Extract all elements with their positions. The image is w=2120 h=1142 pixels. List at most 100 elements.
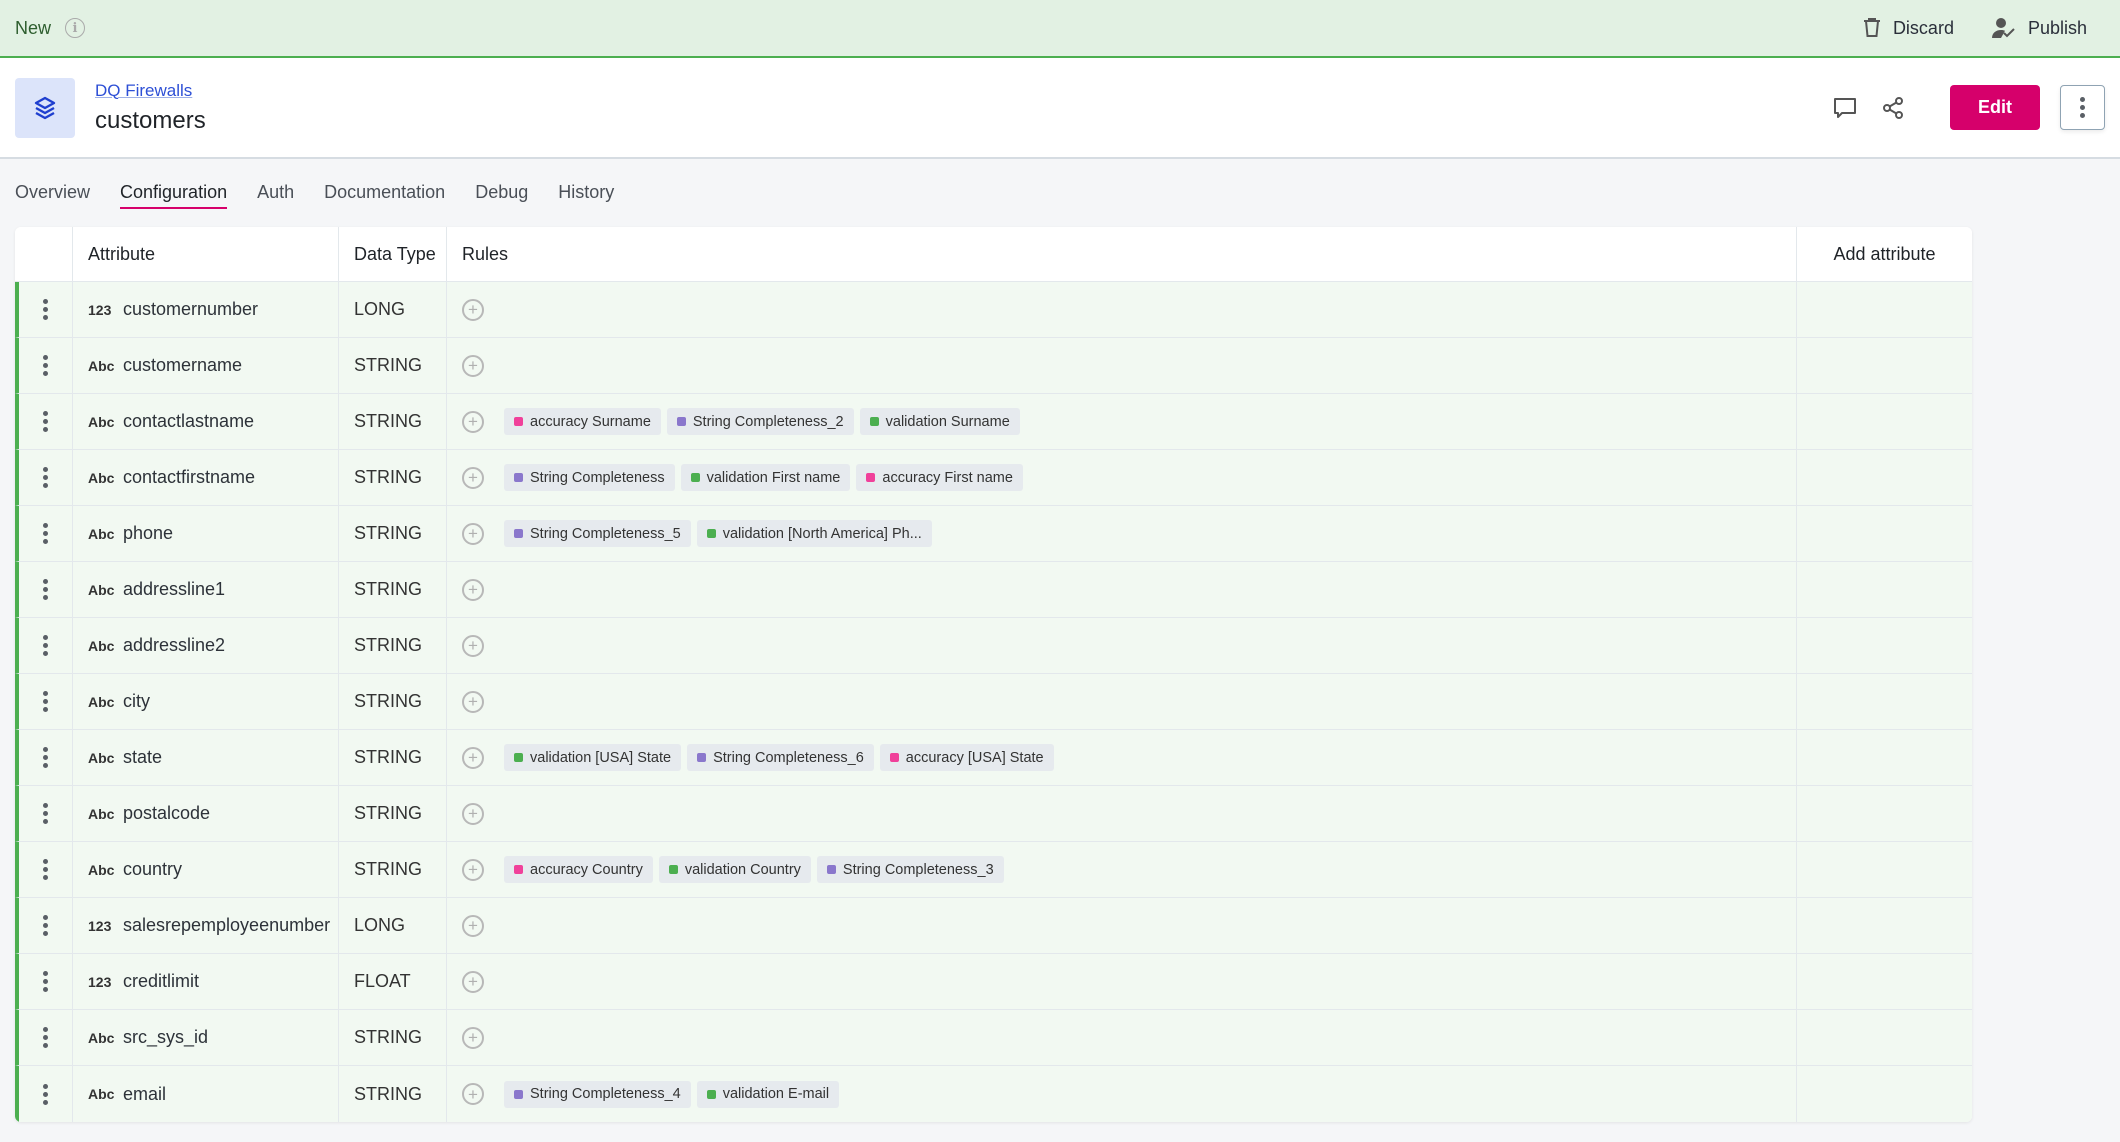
attribute-cell[interactable]: Abc postalcode (73, 786, 339, 841)
rules-cell: + (447, 954, 1797, 1009)
tab-history[interactable]: History (558, 176, 614, 209)
rule-chip[interactable]: String Completeness_6 (687, 744, 874, 771)
rule-chip[interactable]: String Completeness (504, 464, 675, 491)
discard-button[interactable]: Discard (1863, 18, 1954, 39)
attribute-cell[interactable]: Abc phone (73, 506, 339, 561)
add-rule-icon[interactable]: + (462, 410, 484, 433)
attribute-cell[interactable]: Abc state (73, 730, 339, 785)
rule-chip[interactable]: validation Country (658, 856, 811, 883)
attribute-cell[interactable]: Abc country (73, 842, 339, 897)
rule-chip[interactable]: validation [USA] State (504, 744, 682, 771)
rule-chip[interactable]: accuracy Country (504, 856, 653, 883)
row-menu-icon[interactable] (43, 691, 48, 712)
attribute-cell[interactable]: Abc customername (73, 338, 339, 393)
row-menu-icon[interactable] (43, 747, 48, 768)
row-menu-icon[interactable] (43, 635, 48, 656)
attribute-cell[interactable]: Abc contactlastname (73, 394, 339, 449)
tab-overview[interactable]: Overview (15, 176, 90, 209)
column-header-attribute: Attribute (73, 227, 339, 281)
data-type-cell: STRING (339, 842, 447, 897)
text-type-icon: Abc (88, 357, 115, 374)
rule-chip[interactable]: accuracy First name (856, 464, 1023, 491)
info-icon[interactable]: i (65, 18, 86, 38)
attribute-cell[interactable]: Abc contactfirstname (73, 450, 339, 505)
share-button[interactable] (1876, 91, 1910, 125)
rule-chip[interactable]: validation Surname (859, 408, 1020, 435)
row-menu-icon[interactable] (43, 859, 48, 880)
table-row: Abc contactlastname STRING + accuracy Surnam… (15, 394, 1972, 450)
rule-chip[interactable]: accuracy [USA] State (879, 744, 1054, 771)
table-row: 123 creditlimit FLOAT + (15, 954, 1972, 1010)
rule-chip[interactable]: validation E-mail (696, 1080, 840, 1108)
data-type-cell: STRING (339, 674, 447, 729)
more-options-button[interactable] (2060, 85, 2105, 130)
row-menu-icon[interactable] (43, 355, 48, 376)
add-rule-icon[interactable]: + (462, 1026, 484, 1049)
row-menu-icon[interactable] (43, 971, 48, 992)
rule-chip[interactable]: String Completeness_2 (666, 408, 854, 435)
attribute-cell[interactable]: 123 creditlimit (73, 954, 339, 1009)
table-header-row: Attribute Data Type Rules Add attribute (15, 227, 1972, 282)
attribute-name: phone (123, 523, 174, 543)
add-rule-icon[interactable]: + (462, 466, 484, 489)
rule-chip[interactable]: String Completeness_4 (504, 1080, 691, 1108)
add-rule-icon[interactable]: + (462, 802, 484, 825)
attribute-name: salesrepemployeenumber (123, 915, 331, 935)
row-menu-icon[interactable] (43, 915, 48, 936)
row-menu-icon[interactable] (43, 523, 48, 544)
completeness-indicator-icon (676, 417, 686, 426)
tab-configuration[interactable]: Configuration (120, 176, 228, 209)
add-rule-icon[interactable]: + (462, 298, 484, 321)
add-rule-icon[interactable]: + (462, 1083, 484, 1105)
rule-chip[interactable]: accuracy Surname (504, 408, 661, 435)
comment-button[interactable] (1828, 91, 1862, 125)
row-menu-icon[interactable] (43, 299, 48, 320)
row-menu-icon[interactable] (43, 1083, 48, 1105)
attribute-cell[interactable]: Abc email (73, 1066, 339, 1122)
publish-button[interactable]: Publish (1991, 17, 2087, 39)
attribute-cell[interactable]: Abc addressline2 (73, 618, 339, 673)
row-menu-icon[interactable] (43, 803, 48, 824)
attribute-cell[interactable]: 123 salesrepemployeenumber (73, 898, 339, 953)
attribute-cell[interactable]: Abc addressline1 (73, 562, 339, 617)
attribute-cell[interactable]: 123 customernumber (73, 282, 339, 337)
attribute-cell[interactable]: Abc city (73, 674, 339, 729)
add-rule-icon[interactable]: + (462, 578, 484, 601)
page-title: customers (95, 106, 206, 134)
data-type-cell: STRING (339, 618, 447, 673)
rule-chip[interactable]: validation First name (680, 464, 851, 491)
numeric-type-icon: 123 (88, 301, 112, 318)
tab-debug[interactable]: Debug (475, 176, 528, 209)
text-type-icon: Abc (88, 693, 115, 710)
data-type-cell: STRING (339, 394, 447, 449)
add-rule-icon[interactable]: + (462, 858, 484, 881)
tab-auth[interactable]: Auth (257, 176, 294, 209)
tab-documentation[interactable]: Documentation (324, 176, 445, 209)
row-menu-icon[interactable] (43, 1027, 48, 1048)
data-type-cell: STRING (339, 506, 447, 561)
numeric-type-icon: 123 (88, 917, 112, 934)
add-rule-icon[interactable]: + (462, 690, 484, 713)
text-type-icon: Abc (88, 1029, 115, 1046)
add-rule-icon[interactable]: + (462, 522, 484, 545)
completeness-indicator-icon (514, 473, 523, 482)
add-rule-icon[interactable]: + (462, 970, 484, 993)
attribute-cell[interactable]: Abc src_sys_id (73, 1010, 339, 1065)
row-menu-icon[interactable] (43, 579, 48, 600)
add-rule-icon[interactable]: + (462, 914, 484, 937)
kebab-icon (2080, 97, 2085, 118)
add-rule-icon[interactable]: + (462, 354, 484, 377)
rule-chip[interactable]: String Completeness_5 (504, 520, 691, 547)
rule-chip[interactable]: String Completeness_3 (816, 856, 1004, 883)
rules-cell: + (447, 786, 1797, 841)
add-attribute-button[interactable]: Add attribute (1797, 227, 1972, 281)
rules-cell: + (447, 898, 1797, 953)
rule-chip[interactable]: validation [North America] Ph... (696, 520, 932, 547)
breadcrumb-link[interactable]: DQ Firewalls (95, 81, 206, 101)
edit-button[interactable]: Edit (1950, 85, 2040, 130)
row-menu-icon[interactable] (43, 467, 48, 488)
add-rule-icon[interactable]: + (462, 746, 484, 769)
row-menu-icon[interactable] (43, 411, 48, 432)
text-type-icon: Abc (88, 525, 115, 542)
add-rule-icon[interactable]: + (462, 634, 484, 657)
